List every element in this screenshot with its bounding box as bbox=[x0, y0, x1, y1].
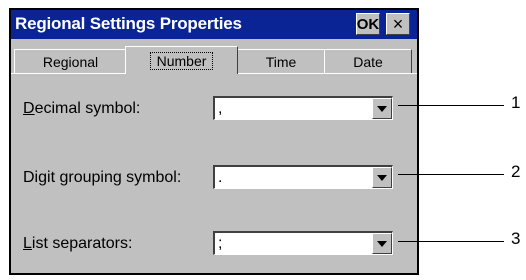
decimal-symbol-row: Decimal symbol: , bbox=[11, 96, 417, 136]
callout-2: 2 bbox=[511, 162, 521, 181]
list-separators-label: List separators: bbox=[23, 235, 133, 252]
callout-line-3 bbox=[398, 241, 504, 242]
callout-1: 1 bbox=[511, 93, 521, 112]
tab-regional[interactable]: Regional bbox=[14, 49, 127, 73]
list-separators-value: ; bbox=[218, 235, 223, 252]
tab-date[interactable]: Date bbox=[324, 49, 412, 73]
digit-grouping-value: . bbox=[218, 169, 223, 186]
regional-settings-dialog: Regional Settings Properties OK × Region… bbox=[9, 8, 419, 275]
decimal-symbol-combo[interactable]: , bbox=[213, 96, 393, 120]
decimal-symbol-value: , bbox=[218, 100, 223, 117]
digit-grouping-label: Digit grouping symbol: bbox=[23, 169, 182, 186]
title-bar: Regional Settings Properties OK × bbox=[11, 10, 417, 39]
tab-time[interactable]: Time bbox=[237, 49, 325, 73]
digit-grouping-combo[interactable]: . bbox=[213, 165, 393, 189]
chevron-down-icon[interactable] bbox=[372, 233, 392, 254]
chevron-down-icon[interactable] bbox=[372, 167, 392, 188]
callout-line-2 bbox=[398, 174, 504, 175]
tab-number[interactable]: Number bbox=[125, 46, 238, 74]
callout-3: 3 bbox=[511, 229, 521, 248]
ok-button[interactable]: OK bbox=[356, 13, 380, 35]
list-separators-row: List separators: ; bbox=[11, 231, 417, 271]
tab-strip: Regional Number Time Date bbox=[11, 39, 417, 74]
chevron-down-icon[interactable] bbox=[372, 98, 392, 119]
close-button[interactable]: × bbox=[386, 13, 410, 35]
window-title: Regional Settings Properties bbox=[15, 14, 242, 33]
callout-line-1 bbox=[398, 105, 504, 106]
decimal-symbol-label: Decimal symbol: bbox=[23, 100, 141, 117]
digit-grouping-row: Digit grouping symbol: . bbox=[11, 165, 417, 205]
list-separators-combo[interactable]: ; bbox=[213, 231, 393, 255]
